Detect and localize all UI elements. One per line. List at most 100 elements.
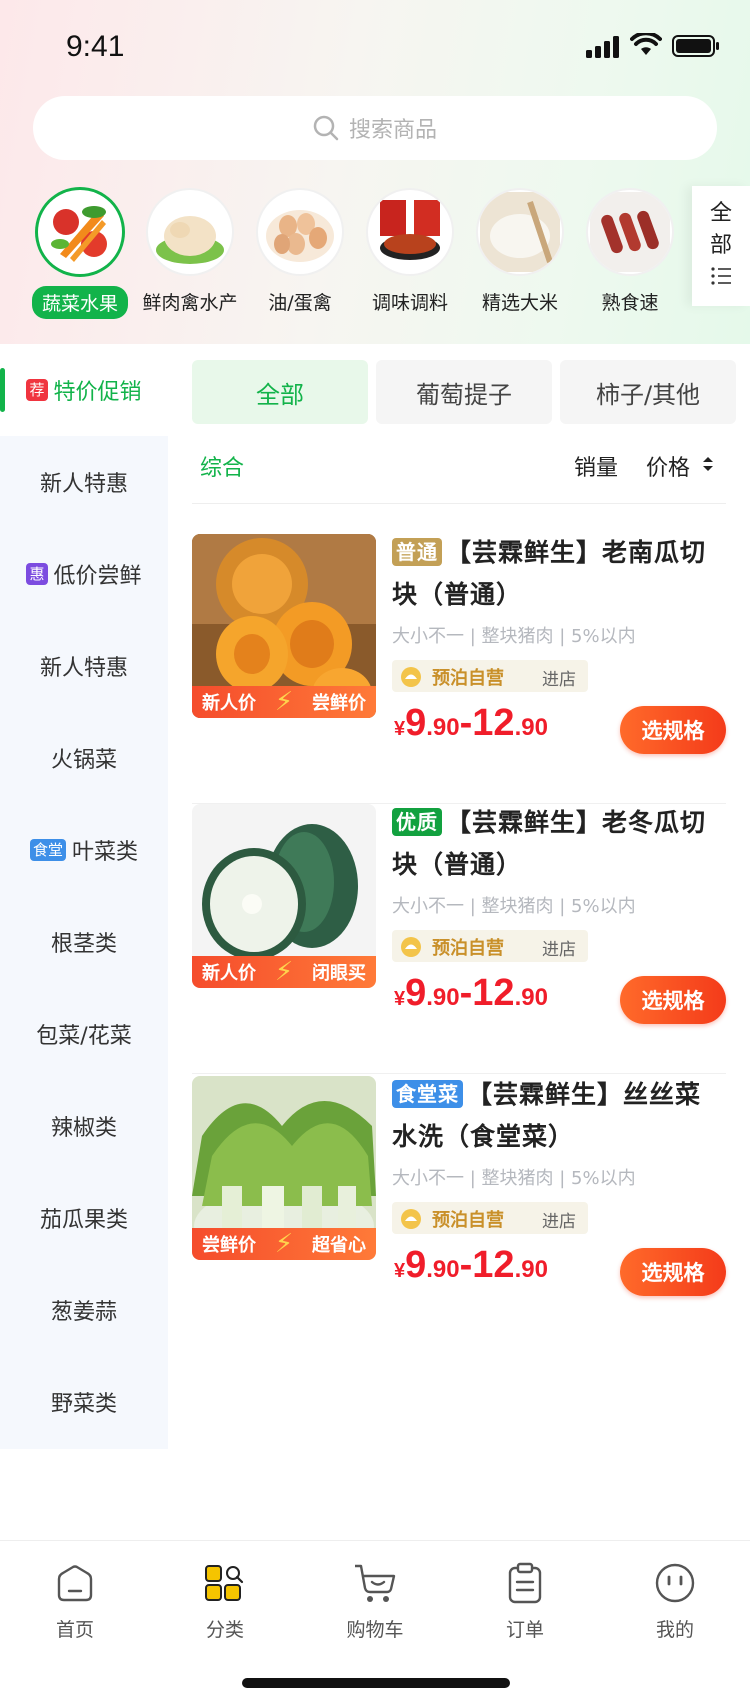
sidebar-item-pepper[interactable]: 辣椒类: [0, 1080, 168, 1172]
sidebar-item-new-user[interactable]: 新人特惠: [0, 436, 168, 528]
product-image-greens: 尝鲜价 ⚡ 超省心: [192, 1076, 376, 1260]
sidebar-item-melon[interactable]: 茄瓜果类: [0, 1172, 168, 1264]
sort-overall[interactable]: 综合: [200, 450, 244, 482]
product-tag: 普通: [392, 538, 442, 566]
product-title: 普通 【芸霖鲜生】老南瓜切块（普通）: [392, 532, 726, 616]
tab-profile[interactable]: 我的: [625, 1559, 725, 1642]
list-icon: [711, 267, 731, 285]
product-card[interactable]: 新人价 ⚡ 闭眼买 优质 【芸霖鲜生】老冬瓜切块（普通） 大小不一 | 整块猪肉 …: [192, 804, 726, 1074]
product-card[interactable]: 新人价 ⚡ 尝鲜价 普通 【芸霖鲜生】老南瓜切块（普通） 大小不一 | 整块猪肉 …: [192, 534, 726, 804]
category-label: 鲜肉禽水产: [142, 292, 238, 314]
select-spec-button[interactable]: 选规格: [620, 1248, 726, 1296]
select-spec-button[interactable]: 选规格: [620, 706, 726, 754]
price-high-dec: .90: [514, 984, 548, 1011]
sort-price[interactable]: 价格: [646, 450, 690, 482]
category-label: 蔬菜水果: [31, 286, 128, 319]
all-label-2: 部: [709, 233, 732, 258]
store-icon: [401, 667, 421, 687]
tab-label: 订单: [505, 1619, 544, 1641]
product-price: ¥9.90-12.90: [394, 972, 548, 1015]
promo-strip: 新人价 ⚡ 尝鲜价: [192, 686, 376, 718]
seasoning-image: [368, 190, 452, 274]
sidebar-item-label: 叶菜类: [72, 840, 139, 865]
tab-category[interactable]: 分类: [175, 1559, 275, 1642]
price-high-dec: .90: [514, 1256, 548, 1283]
sidebar-item-leafy[interactable]: 食堂 叶菜类: [0, 804, 168, 896]
sidebar-item-hotpot[interactable]: 火锅菜: [0, 712, 168, 804]
category-label: 熟食速: [601, 292, 659, 314]
category-label: 精选大米: [481, 292, 558, 314]
product-tag: 优质: [392, 808, 442, 836]
tab-label: 分类: [205, 1619, 244, 1641]
sidebar-item-label: 野菜类: [50, 1392, 117, 1417]
tab-orders[interactable]: 订单: [475, 1559, 575, 1642]
enter-store-link[interactable]: 进店: [542, 1207, 576, 1232]
order-icon: [508, 1562, 542, 1604]
price-low-dec: .90: [426, 1256, 460, 1283]
status-bar: 9:41: [0, 0, 750, 96]
product-title: 食堂菜 【芸霖鲜生】丝丝菜水洗（食堂菜）: [392, 1074, 726, 1158]
tab-home[interactable]: 首页: [25, 1559, 125, 1642]
sidebar-item-low-price[interactable]: 惠 低价尝鲜: [0, 528, 168, 620]
price-dash: -: [459, 1244, 473, 1286]
sort-sales[interactable]: 销量: [574, 450, 618, 482]
signal-icon: [586, 36, 619, 58]
lightning-icon: ⚡: [274, 957, 294, 987]
promo-strip: 新人价 ⚡ 闭眼买: [192, 956, 376, 988]
product-image-pumpkin: 新人价 ⚡ 尝鲜价: [192, 534, 376, 718]
tab-cart[interactable]: 购物车: [325, 1559, 425, 1642]
category-item-vegetables[interactable]: 蔬菜水果: [20, 186, 140, 319]
category-item-rice[interactable]: 精选大米: [460, 186, 580, 315]
select-spec-button[interactable]: 选规格: [620, 976, 726, 1024]
category-item-seasoning[interactable]: 调味调料: [350, 186, 470, 315]
search-placeholder: 搜索商品: [348, 118, 437, 143]
subtab-persimmon[interactable]: 柿子/其他: [560, 360, 736, 424]
price-low-int: 9: [405, 972, 427, 1014]
search-bar[interactable]: 搜索商品: [33, 96, 717, 160]
search-icon: [313, 115, 339, 141]
sort-arrows-icon[interactable]: [702, 456, 714, 472]
category-label: 调味调料: [371, 292, 448, 314]
tab-label: 我的: [655, 1619, 694, 1641]
category-item-oil-eggs[interactable]: 油/蛋禽: [240, 186, 360, 315]
product-price: ¥9.90-12.90: [394, 1244, 548, 1287]
sidebar-item-cabbage[interactable]: 包菜/花菜: [0, 988, 168, 1080]
all-categories-button[interactable]: 全 部: [692, 186, 750, 306]
promo-left: 尝鲜价: [202, 1235, 256, 1256]
sidebar-badge: 食堂: [29, 839, 66, 861]
sidebar-item-label: 火锅菜: [50, 748, 117, 773]
sausage-image: [588, 190, 672, 274]
price-high-int: 12: [472, 702, 515, 744]
enter-store-link[interactable]: 进店: [542, 665, 576, 690]
price-yen: ¥: [394, 988, 406, 1010]
store-row[interactable]: 预泊自营 进店: [392, 660, 588, 692]
subtab-grapes[interactable]: 葡萄提子: [376, 360, 552, 424]
category-scroller[interactable]: 蔬菜水果 鲜肉禽水产 油/蛋禽 调味调料 精选大米 熟食速: [0, 186, 692, 326]
subtab-all[interactable]: 全部: [192, 360, 368, 424]
category-item-meat[interactable]: 鲜肉禽水产: [130, 186, 250, 315]
sidebar-item-special-offer[interactable]: 荐 特价促销: [0, 344, 168, 436]
category-item-deli[interactable]: 熟食速: [570, 186, 690, 315]
enter-store-link[interactable]: 进店: [542, 935, 576, 960]
promo-right: 尝鲜价: [311, 693, 366, 714]
sidebar-item-new-user-2[interactable]: 新人特惠: [0, 620, 168, 712]
sidebar-item-wild[interactable]: 野菜类: [0, 1356, 168, 1448]
product-image-wintermelon: 新人价 ⚡ 闭眼买: [192, 804, 376, 988]
product-spec: 大小不一 | 整块猪肉 | 5%以内: [392, 896, 636, 917]
sidebar-badge: 荐: [26, 379, 48, 401]
price-low-dec: .90: [426, 714, 460, 741]
all-label-1: 全: [709, 201, 732, 226]
sidebar-item-label: 低价尝鲜: [53, 564, 142, 589]
cart-icon: [355, 1564, 396, 1602]
tab-label: 首页: [55, 1619, 94, 1641]
price-dash: -: [459, 702, 473, 744]
store-row[interactable]: 预泊自营 进店: [392, 1202, 588, 1234]
sidebar-item-label: 茄瓜果类: [39, 1208, 128, 1233]
sidebar-badge: 惠: [26, 563, 48, 585]
lightning-icon: ⚡: [274, 1229, 294, 1259]
sidebar-item-onion[interactable]: 葱姜蒜: [0, 1264, 168, 1356]
store-icon: [401, 1209, 421, 1229]
product-card[interactable]: 尝鲜价 ⚡ 超省心 食堂菜 【芸霖鲜生】丝丝菜水洗（食堂菜） 大小不一 | 整块猪…: [192, 1076, 726, 1346]
sidebar-item-root[interactable]: 根茎类: [0, 896, 168, 988]
store-row[interactable]: 预泊自营 进店: [392, 930, 588, 962]
